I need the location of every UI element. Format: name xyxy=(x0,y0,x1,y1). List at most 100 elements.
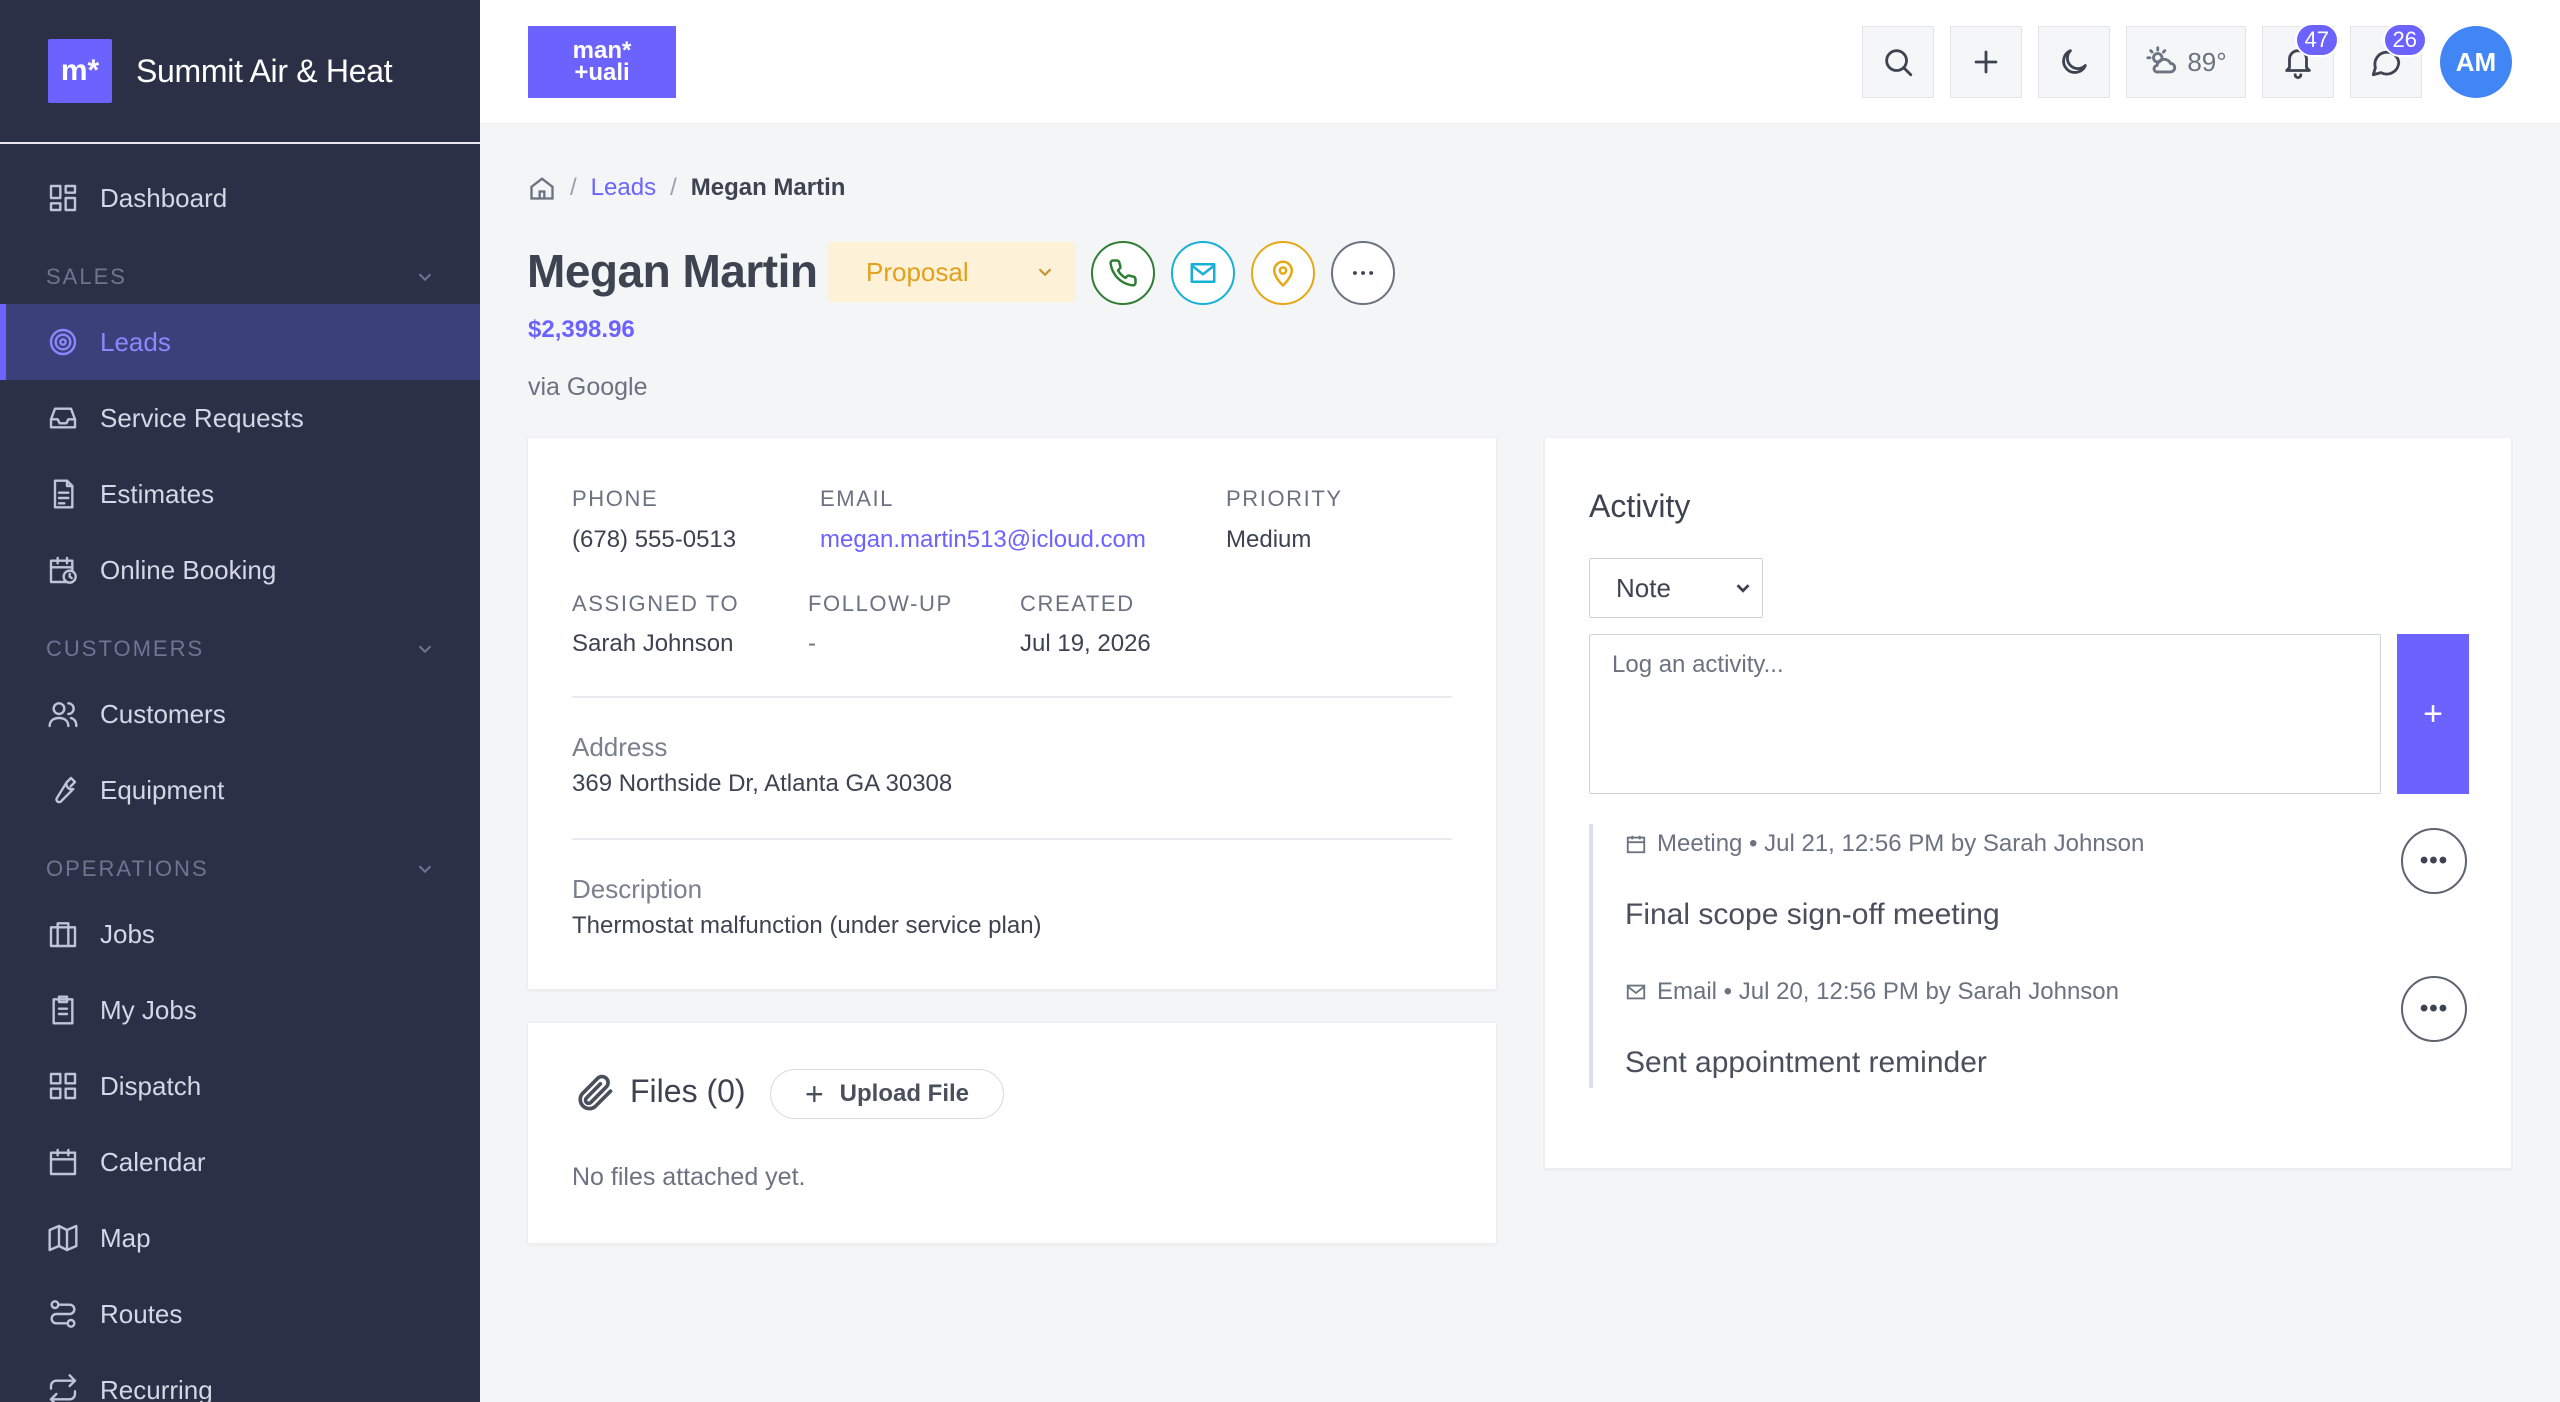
stage-label: Proposal xyxy=(866,256,969,287)
sidebar-section-customers[interactable]: CUSTOMERS xyxy=(0,608,480,676)
section-label: OPERATIONS xyxy=(46,856,209,881)
created-label: CREATED xyxy=(1020,591,1135,616)
breadcrumb-current: Megan Martin xyxy=(690,174,846,201)
more-actions-button[interactable] xyxy=(1331,241,1395,305)
sidebar-item-label: Dashboard xyxy=(100,182,228,213)
section-label: SALES xyxy=(46,264,127,289)
sidebar-item-label: Dispatch xyxy=(100,1070,202,1101)
divider xyxy=(572,696,1452,698)
activity-entry-menu-button[interactable]: ••• xyxy=(2401,828,2467,894)
sidebar-section-sales[interactable]: SALES xyxy=(0,236,480,304)
user-avatar[interactable]: AM xyxy=(2440,26,2512,98)
sidebar-item-my-jobs[interactable]: My Jobs xyxy=(0,972,480,1048)
weather-temperature: 89° xyxy=(2187,46,2227,77)
breadcrumb-leads-link[interactable]: Leads xyxy=(591,174,656,202)
weather-widget[interactable]: 89° xyxy=(2126,26,2246,98)
sidebar-item-estimates[interactable]: Estimates xyxy=(0,456,480,532)
activity-card: Activity Note Log an activity... + Meeti… xyxy=(1544,437,2512,1169)
lead-value: $2,398.96 xyxy=(528,316,635,343)
sidebar-item-leads[interactable]: Leads xyxy=(0,304,480,380)
map-pin-icon xyxy=(1273,260,1293,287)
more-horizontal-icon xyxy=(1353,271,1374,275)
map-icon xyxy=(46,1221,80,1255)
wrench-icon xyxy=(46,773,80,807)
sidebar-item-label: Map xyxy=(100,1222,151,1253)
home-icon[interactable] xyxy=(528,174,556,202)
assigned-to-label: ASSIGNED TO xyxy=(572,591,740,616)
brand-header: m* Summit Air & Heat xyxy=(0,0,480,144)
activity-type-value: Note xyxy=(1616,572,1671,603)
notifications-button[interactable]: 47 xyxy=(2262,23,2339,98)
activity-type-select[interactable]: Note xyxy=(1589,558,1763,618)
activity-entry-meta-text: Meeting • Jul 21, 12:56 PM by Sarah John… xyxy=(1657,830,2145,857)
breadcrumb-separator: / xyxy=(670,174,677,201)
inbox-icon xyxy=(46,401,80,435)
email-link[interactable]: megan.martin513@icloud.com xyxy=(820,526,1146,554)
dark-mode-toggle[interactable] xyxy=(2038,26,2110,98)
phone-value[interactable]: (678) 555-0513 xyxy=(572,526,736,554)
briefcase-icon xyxy=(46,917,80,951)
created-value: Jul 19, 2026 xyxy=(1020,630,1151,657)
sidebar-item-label: My Jobs xyxy=(100,994,197,1025)
mail-icon xyxy=(1626,984,1646,1000)
sidebar-item-label: Estimates xyxy=(100,478,215,509)
app-logo-text: man* +uali xyxy=(572,37,632,86)
activity-entry-meta: Email • Jul 20, 12:56 PM by Sarah Johnso… xyxy=(1625,978,2119,1006)
activity-input[interactable]: Log an activity... xyxy=(1589,634,2381,794)
messages-button[interactable]: 26 xyxy=(2350,23,2427,98)
sidebar-item-online-booking[interactable]: Online Booking xyxy=(0,532,480,608)
calendar-icon xyxy=(46,1145,80,1179)
activity-title: Activity xyxy=(1589,488,1691,524)
breadcrumb: / Leads / Megan Martin xyxy=(528,174,845,202)
calendar-clock-icon xyxy=(46,553,80,587)
sidebar-item-service-requests[interactable]: Service Requests xyxy=(0,380,480,456)
activity-input-placeholder: Log an activity... xyxy=(1612,651,1784,678)
call-button[interactable] xyxy=(1091,241,1155,305)
sidebar-item-label: Equipment xyxy=(100,774,225,805)
sidebar-item-recurring[interactable]: Recurring xyxy=(0,1352,480,1402)
sidebar-item-calendar[interactable]: Calendar xyxy=(0,1124,480,1200)
stage-dropdown[interactable]: Proposal xyxy=(828,242,1076,302)
sidebar-item-label: Jobs xyxy=(100,918,155,949)
add-activity-button[interactable]: + xyxy=(2397,634,2469,794)
priority-label: PRIORITY xyxy=(1226,486,1343,511)
sidebar-item-equipment[interactable]: Equipment xyxy=(0,752,480,828)
brand-logo[interactable]: m* xyxy=(48,39,112,103)
follow-up-value: - xyxy=(808,630,816,657)
chevron-down-icon xyxy=(1736,584,1750,593)
sidebar-item-map[interactable]: Map xyxy=(0,1200,480,1276)
activity-entry-menu-button[interactable]: ••• xyxy=(2401,976,2467,1042)
sidebar-section-operations[interactable]: OPERATIONS xyxy=(0,828,480,896)
section-label: CUSTOMERS xyxy=(46,636,205,661)
assigned-to-value: Sarah Johnson xyxy=(572,630,734,657)
description-label: Description xyxy=(572,874,703,904)
sidebar-item-jobs[interactable]: Jobs xyxy=(0,896,480,972)
sidebar-item-label: Leads xyxy=(100,326,171,357)
sidebar-item-label: Routes xyxy=(100,1298,183,1329)
sidebar-item-dashboard[interactable]: Dashboard xyxy=(0,160,480,236)
sidebar-item-label: Service Requests xyxy=(100,402,304,433)
location-button[interactable] xyxy=(1251,241,1315,305)
address-label: Address xyxy=(572,732,668,762)
activity-entry-meta-text: Email • Jul 20, 12:56 PM by Sarah Johnso… xyxy=(1657,978,2119,1005)
phone-label: PHONE xyxy=(572,486,659,511)
users-icon xyxy=(46,697,80,731)
priority-value: Medium xyxy=(1226,526,1312,553)
app-logo[interactable]: man* +uali xyxy=(528,26,676,98)
sidebar-item-label: Customers xyxy=(100,698,226,729)
sidebar-item-customers[interactable]: Customers xyxy=(0,676,480,752)
search-button[interactable] xyxy=(1862,26,1934,98)
sidebar-item-dispatch[interactable]: Dispatch xyxy=(0,1048,480,1124)
page-title: Megan Martin xyxy=(527,245,818,297)
sidebar-item-routes[interactable]: Routes xyxy=(0,1276,480,1352)
top-bar: man* +uali 89° 47 26 AM xyxy=(480,0,2560,124)
files-title: Files (0) xyxy=(630,1073,746,1109)
sidebar: m* Summit Air & Heat Dashboard SALES Lea… xyxy=(0,0,480,1402)
mail-icon xyxy=(1190,263,1216,283)
weather-icon xyxy=(2146,46,2177,74)
address-value: 369 Northside Dr, Atlanta GA 30308 xyxy=(572,770,953,797)
upload-file-button[interactable]: + Upload File xyxy=(770,1069,1004,1119)
email-button[interactable] xyxy=(1171,241,1235,305)
quick-add-button[interactable] xyxy=(1950,26,2022,98)
files-empty-text: No files attached yet. xyxy=(572,1163,806,1191)
